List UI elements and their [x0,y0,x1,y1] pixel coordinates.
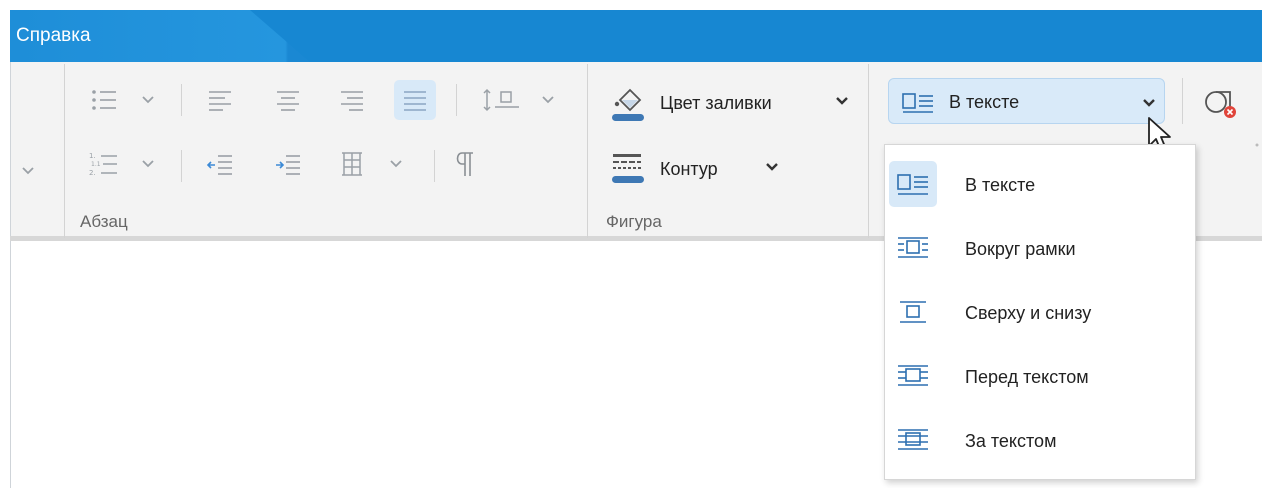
svg-text:1.: 1. [89,152,96,160]
chevron-down-icon [1139,95,1159,111]
chevron-down-icon[interactable] [18,160,38,182]
ribbon-scroll-dot [1252,140,1262,150]
group-separator [868,64,869,238]
wrap-inline-icon [889,161,937,207]
fill-color-label: Цвет заливки [660,92,772,113]
wrap-inline-icon [899,87,937,117]
menu-item-label: Вокруг рамки [965,239,1076,259]
chevron-down-icon[interactable] [832,92,852,110]
menu-item-behind[interactable]: За текстом [885,407,1195,471]
menu-item-label: Перед текстом [965,367,1089,387]
fill-color-button[interactable]: Цвет заливки [660,88,772,118]
outline-icon[interactable] [608,146,648,190]
chevron-down-icon[interactable] [762,158,782,176]
row-separator [181,150,182,182]
numbered-list-icon[interactable]: 1. 1.1 2. [84,146,124,182]
align-center-icon[interactable] [268,82,308,118]
wrap-text-menu: В тексте Вокруг рамки Сверху и снизу Пер… [884,144,1196,480]
menu-item-in-front[interactable]: Перед текстом [885,343,1195,407]
pilcrow-icon[interactable] [446,146,482,182]
decrease-indent-icon[interactable] [200,146,240,182]
group-separator [64,64,65,238]
table-borders-icon[interactable] [332,146,372,182]
wrap-behind-icon [889,417,937,463]
fill-color-icon[interactable] [608,80,648,124]
group-label-shape: Фигура [606,212,662,231]
row-separator [434,150,435,182]
outline-label: Контур [660,158,718,179]
wrap-top-bottom-icon [889,289,937,335]
menu-item-top-bottom[interactable]: Сверху и снизу [885,279,1195,343]
justify-icon[interactable] [394,80,436,120]
tab-bar-shade [250,10,1262,62]
row-separator [181,84,182,116]
svg-text:2.: 2. [89,169,96,177]
menu-item-label: За текстом [965,431,1057,451]
chevron-down-icon[interactable] [386,156,406,172]
align-left-icon[interactable] [200,82,240,118]
wrap-in-front-icon [889,353,937,399]
group-separator [1182,78,1183,124]
wrap-text-dropdown[interactable]: В тексте [888,78,1165,124]
outline-button[interactable]: Контур [660,154,718,184]
group-label-paragraph: Абзац [80,212,128,231]
row-separator [456,84,457,116]
bullet-list-icon[interactable] [84,82,124,118]
chevron-down-icon[interactable] [538,92,558,108]
chevron-down-icon[interactable] [138,92,158,108]
increase-indent-icon[interactable] [268,146,308,182]
menu-item-label: Сверху и снизу [965,303,1092,323]
menu-item-label: В тексте [965,175,1036,195]
ribbon-tab-bar: Справка [10,10,1262,62]
shape-delete-icon[interactable] [1198,80,1242,124]
group-separator [587,64,588,238]
align-right-icon[interactable] [332,82,372,118]
chevron-down-icon[interactable] [138,156,158,172]
svg-text:1.1: 1.1 [91,161,101,168]
line-spacing-icon[interactable] [478,82,524,118]
menu-item-inline[interactable]: В тексте [885,151,1195,215]
menu-item-square[interactable]: Вокруг рамки [885,215,1195,279]
tab-help[interactable]: Справка [14,10,93,62]
wrap-square-icon [889,225,937,271]
wrap-selected-label: В тексте [949,92,1020,112]
